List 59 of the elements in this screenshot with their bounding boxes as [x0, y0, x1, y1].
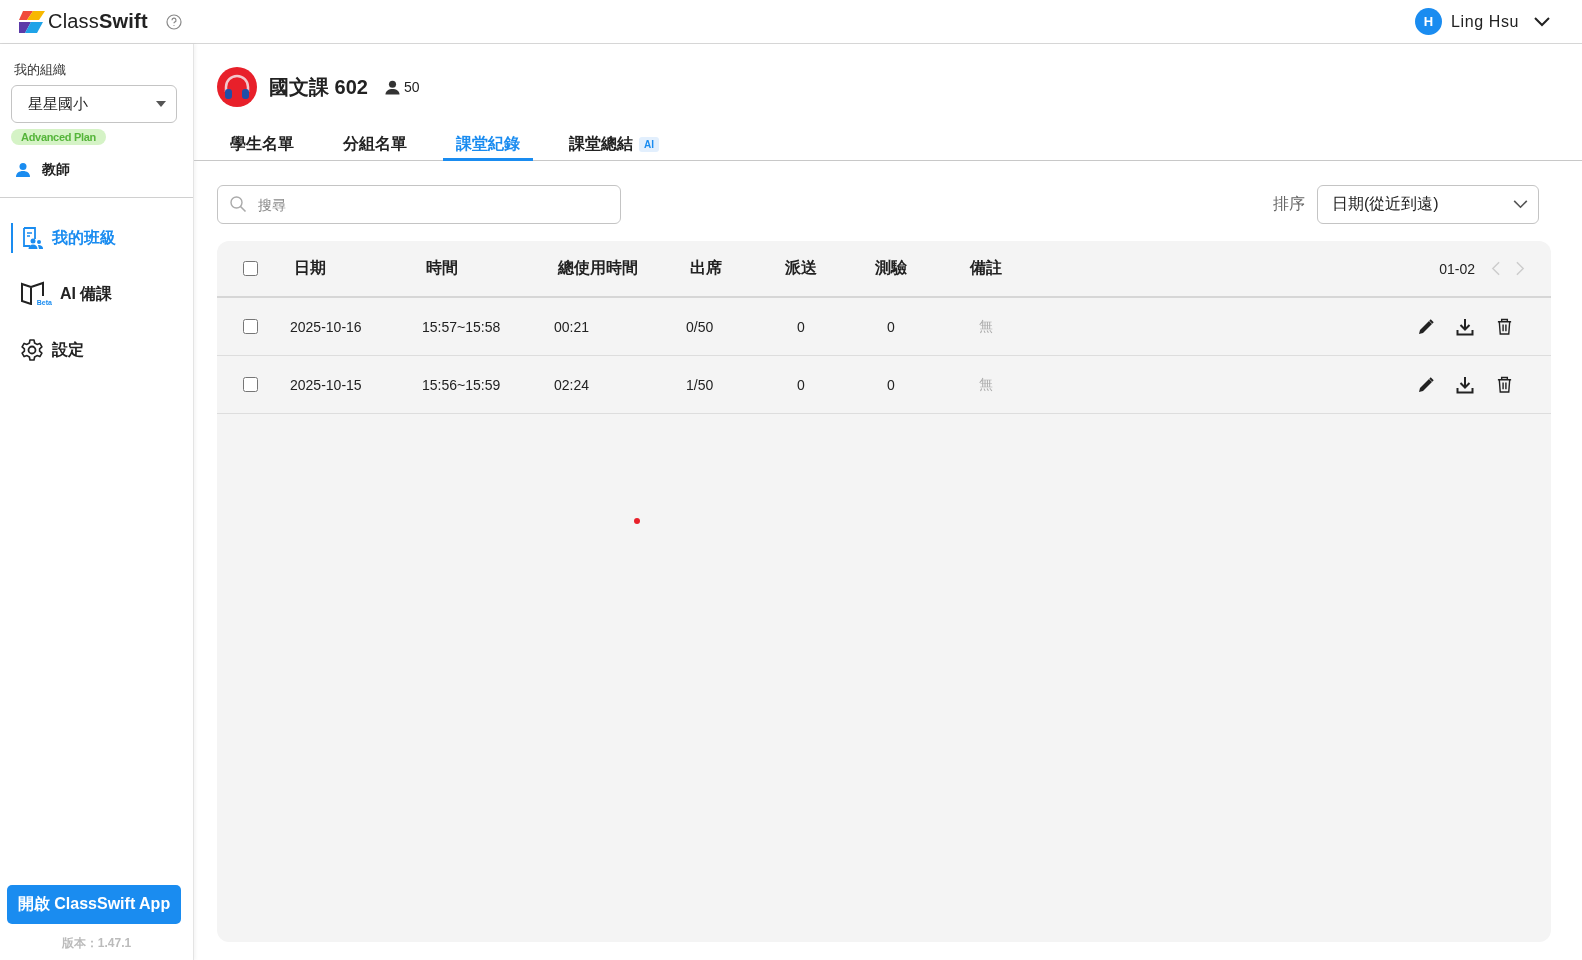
- table-cell-text: 0/50: [686, 318, 715, 335]
- person-icon: [15, 162, 31, 178]
- table-cell-text: 無: [978, 317, 994, 336]
- trash-icon[interactable]: [1496, 318, 1513, 335]
- download-icon[interactable]: [1456, 317, 1474, 336]
- trash-icon[interactable]: [1496, 376, 1513, 393]
- pencil-icon[interactable]: [1418, 318, 1434, 335]
- checkbox[interactable]: [243, 377, 258, 392]
- column-header: 派送: [784, 258, 818, 278]
- table-cell-text: 00:21: [554, 318, 591, 335]
- role-label: 教師: [42, 161, 70, 179]
- chevron-down-icon[interactable]: [1534, 16, 1550, 27]
- table-cell-text: 15:56~15:59: [422, 376, 502, 393]
- column-header: 測驗: [874, 258, 908, 278]
- download-icon[interactable]: [1456, 375, 1474, 394]
- search-field[interactable]: 搜尋: [217, 185, 621, 224]
- roster-icon: [20, 226, 44, 250]
- table-cell-text: 2025-10-15: [290, 376, 363, 393]
- column-header: 備註: [968, 258, 1003, 278]
- table-cell-text: 0: [886, 376, 896, 393]
- version-label: 版本：1.47.1: [60, 935, 133, 952]
- column-header: 出席: [689, 258, 723, 278]
- settings-icon: [20, 338, 44, 362]
- table-cell-text: 0: [796, 318, 806, 335]
- person-icon: [384, 79, 400, 95]
- org-select[interactable]: 星星國小: [11, 85, 177, 123]
- headphones-icon: [217, 67, 257, 107]
- nav-item[interactable]: 設定: [0, 322, 193, 378]
- column-header: 總使用時間: [556, 258, 639, 278]
- column-header: 日期: [293, 258, 327, 278]
- chevron-down-icon: [1513, 200, 1528, 209]
- sort-label: 排序: [1273, 194, 1305, 214]
- column-header: 時間: [425, 258, 459, 278]
- student-count: 50: [403, 79, 420, 95]
- org-label: 我的組織: [14, 61, 67, 79]
- checkbox[interactable]: [243, 261, 258, 276]
- caret-icon: [156, 101, 166, 107]
- sort-select[interactable]: 日期(從近到遠): [1317, 185, 1539, 224]
- table-cell-text: 15:57~15:58: [422, 318, 502, 335]
- search-icon: [229, 195, 247, 213]
- logo-text: ClassSwift: [48, 10, 148, 33]
- table-cell-text: 2025-10-16: [290, 318, 363, 335]
- tab[interactable]: 課堂總結 AI: [556, 130, 672, 161]
- user-name[interactable]: Ling Hsu: [1451, 12, 1519, 31]
- pencil-icon[interactable]: [1418, 376, 1434, 393]
- checkbox[interactable]: [243, 319, 258, 334]
- plan-badge: Advanced Plan: [11, 129, 106, 145]
- logo-icon: [19, 10, 45, 33]
- table-cell-text: 無: [978, 375, 994, 394]
- table-cell-text: 1/50: [686, 376, 715, 393]
- tab[interactable]: 分組名單: [330, 130, 420, 161]
- marker-dot: [634, 518, 640, 524]
- class-title: 國文課 602: [269, 74, 368, 100]
- table-cell-text: 0: [886, 318, 896, 335]
- table-cell-text: 0: [796, 376, 806, 393]
- page-range: 01-02: [1439, 260, 1475, 277]
- tab[interactable]: 學生名單: [217, 130, 307, 161]
- table-cell-text: 02:24: [554, 376, 591, 393]
- help-icon[interactable]: [165, 13, 182, 30]
